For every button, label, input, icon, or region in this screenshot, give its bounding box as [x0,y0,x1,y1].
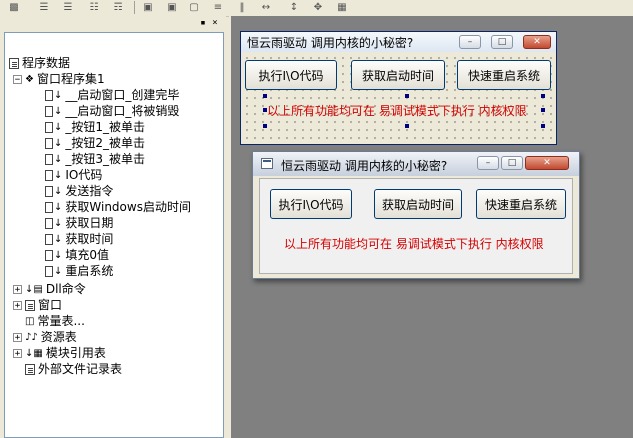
dll-icon: ↓▤ [25,283,43,295]
subroutine-icon [45,121,53,133]
constants-icon: ◫ [25,315,35,327]
tree-root[interactable]: 程序数据 [9,55,70,71]
close-pane-icon[interactable]: × [210,18,220,28]
selection-handle[interactable] [263,108,267,112]
module-icon: ↓▦ [25,347,43,359]
subroutine-icon [45,169,53,181]
app-icon [261,158,273,169]
run-button-boot-time[interactable]: 获取启动时间 [374,189,462,219]
subroutine-icon [45,89,53,101]
tree-sub-item[interactable]: ↓ 获取Windows启动时间 [45,199,191,215]
tree-sub-item[interactable]: ↓ 填充0值 [45,247,109,263]
expand-icon[interactable]: + [13,300,22,310]
selection-handle[interactable] [405,94,409,98]
same-width-icon[interactable]: ▣ [140,0,156,15]
center-v-icon[interactable]: ↕ [286,0,302,15]
selection-handle[interactable] [541,108,545,112]
tree-sub-item[interactable]: ↓ 重启系统 [45,263,113,279]
align-right-icon[interactable]: ☰ [60,0,76,15]
maximize-icon[interactable]: □ [491,35,513,49]
tree-dll-commands[interactable]: + ↓▤ Dll命令 [13,281,86,297]
selection-handle[interactable] [263,124,267,128]
tree-sub-item[interactable]: ↓ _按钮3_被单击 [45,151,145,167]
design-button-io[interactable]: 执行I\O代码 [245,60,337,90]
tree-sub-item[interactable]: ↓ __启动窗口_将被销毁 [45,103,179,119]
selection-handle[interactable] [405,124,409,128]
tree-sub-item[interactable]: ↓ IO代码 [45,167,102,183]
minimize-icon[interactable]: – [477,156,499,170]
subroutine-icon [45,217,53,229]
align-left-icon[interactable]: ▩ [6,0,22,15]
center-h-icon[interactable]: ↔ [258,0,274,15]
running-window[interactable]: 恒云雨驱动 调用内核的小秘密? – □ ✕ 执行I\O代码 获取启动时间 快速重… [252,151,580,279]
tree-sub-item[interactable]: ↓ 获取时间 [45,231,113,247]
minimize-icon[interactable]: – [459,35,481,49]
window-icon [25,299,35,311]
tree-constants[interactable]: ◫ 常量表... [25,313,85,329]
selection-handle[interactable] [263,94,267,98]
tree-window-set[interactable]: − ❖ 窗口程序集1 [13,71,105,87]
alignment-toolbar: ▩ ☰ ☰ ☷ ☶ ▣ ▣ ▢ ≡ ‖ ↔ ↕ ✥ ▦ [0,0,633,17]
program-data-icon [9,57,19,69]
v-spacing-icon[interactable]: ‖ [234,0,250,15]
expand-icon[interactable]: + [13,348,22,358]
align-top-icon[interactable]: ☷ [86,0,102,15]
subroutine-icon [45,201,53,213]
subroutine-icon [45,105,53,117]
design-form-titlebar[interactable]: 恒云雨驱动 调用内核的小秘密? – □ ✕ [241,32,556,52]
resources-icon: ♪♪ [25,331,38,343]
maximize-icon[interactable]: □ [501,156,523,170]
subroutine-icon [45,153,53,165]
subroutine-icon [45,249,53,261]
align-middle-icon[interactable]: ☶ [110,0,126,15]
project-tree: 程序数据 − ❖ 窗口程序集1 ↓ __启动窗口_创建完毕 ↓ __启动窗口_将被销… [4,32,224,438]
tree-modules[interactable]: + ↓▦ 模块引用表 [13,345,106,361]
design-form[interactable]: 恒云雨驱动 调用内核的小秘密? – □ ✕ 执行I\O代码 获取启动时间 快速重… [240,31,557,145]
subroutine-icon [45,137,53,149]
pane-header: ▪ × [0,16,224,30]
tree-root-label: 程序数据 [22,56,71,70]
grid-icon[interactable]: ▦ [334,0,350,15]
tree-sub-item[interactable]: ↓ _按钮1_被单击 [45,119,145,135]
pin-icon[interactable]: ▪ [198,18,208,28]
tree-window[interactable]: + 窗口 [13,297,62,313]
subroutine-icon [45,233,53,245]
run-button-reboot[interactable]: 快速重启系统 [476,189,566,219]
external-file-icon [25,363,35,375]
tree-resources[interactable]: + ♪♪ 资源表 [13,329,77,345]
center-both-icon[interactable]: ✥ [310,0,326,15]
run-button-io[interactable]: 执行I\O代码 [270,189,352,219]
h-spacing-icon[interactable]: ≡ [210,0,226,15]
design-button-boot-time[interactable]: 获取启动时间 [351,60,445,90]
tree-external-files[interactable]: 外部文件记录表 [25,361,122,377]
same-height-icon[interactable]: ▣ [164,0,180,15]
design-button-reboot[interactable]: 快速重启系统 [457,60,551,90]
close-icon[interactable]: ✕ [523,35,551,49]
tree-sub-item[interactable]: ↓ 获取日期 [45,215,113,231]
collapse-icon[interactable]: − [13,74,22,84]
subroutine-icon [45,265,53,277]
tree-sub-item[interactable]: ↓ __启动窗口_创建完毕 [45,87,179,103]
subroutine-icon [45,185,53,197]
align-center-icon[interactable]: ☰ [36,0,52,15]
design-form-title: 恒云雨驱动 调用内核的小秘密? [247,36,414,50]
same-size-icon[interactable]: ▢ [186,0,202,15]
close-icon[interactable]: ✕ [525,156,569,170]
design-form-body[interactable]: 执行I\O代码 获取启动时间 快速重启系统 以上所有功能均可在 易调试模式下执行… [241,52,556,144]
tree-sub-item[interactable]: ↓ _按钮2_被单击 [45,135,145,151]
tree-sub-item[interactable]: ↓ 发送指令 [45,183,113,199]
running-window-body: 执行I\O代码 获取启动时间 快速重启系统 以上所有功能均可在 易调试模式下执行… [259,178,573,274]
program-data-pane: ▪ × 程序数据 − ❖ 窗口程序集1 ↓ __启动窗口_创建完毕 ↓ __启动窗口… [0,16,226,438]
expand-icon[interactable]: + [13,284,22,294]
window-set-icon: ❖ [25,73,34,85]
expand-icon[interactable]: + [13,332,22,342]
selection-handle[interactable] [541,124,545,128]
design-note-label[interactable]: 以上所有功能均可在 易调试模式下执行 内核权限 [267,102,527,119]
running-window-titlebar[interactable]: 恒云雨驱动 调用内核的小秘密? – □ ✕ [253,152,579,176]
running-window-title: 恒云雨驱动 调用内核的小秘密? [281,159,448,173]
selection-handle[interactable] [541,94,545,98]
run-note-label: 以上所有功能均可在 易调试模式下执行 内核权限 [284,237,544,251]
